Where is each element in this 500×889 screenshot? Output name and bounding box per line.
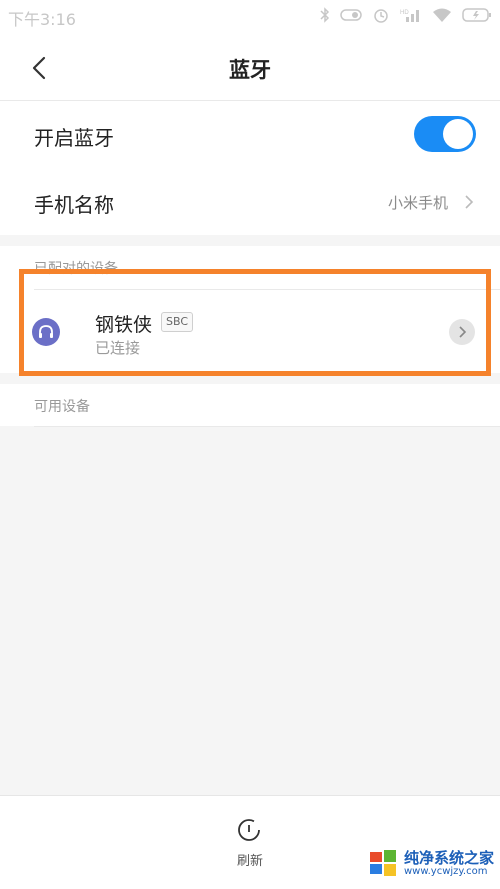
bluetooth-toggle[interactable] xyxy=(414,116,476,152)
bluetooth-icon xyxy=(320,7,330,23)
battery-icon xyxy=(462,8,491,22)
refresh-icon[interactable] xyxy=(236,817,262,843)
available-devices-header: 可用设备 xyxy=(34,399,90,415)
watermark: 纯净系统之家 www.ycwjzy.com xyxy=(368,843,494,883)
status-icons: HD xyxy=(320,6,492,24)
phone-name-value[interactable]: 小米手机 xyxy=(388,192,448,213)
toggle-knob xyxy=(443,119,473,149)
svg-text:HD: HD xyxy=(400,10,409,16)
status-time: 下午3:16 xyxy=(8,10,76,29)
alarm-icon xyxy=(374,9,388,23)
available-header-divider xyxy=(34,426,500,427)
bottom-bar: 刷新 纯净系统之家 www.ycwjzy.com xyxy=(0,795,500,889)
watermark-text: 纯净系统之家 xyxy=(404,848,495,867)
wifi-icon xyxy=(433,8,451,22)
highlight-annotation xyxy=(19,269,491,376)
bluetooth-settings-page: 下午3:16 HD 蓝牙 开启蓝牙 手机名称 小米手机 已配对的设备 钢铁侠 S… xyxy=(0,0,500,889)
signal-icon: HD xyxy=(400,10,419,22)
status-bar: 下午3:16 HD xyxy=(0,0,500,34)
watermark-url: www.ycwjzy.com xyxy=(404,865,488,877)
vibrate-icon xyxy=(340,9,362,21)
phone-name-label: 手机名称 xyxy=(34,193,114,217)
chevron-right-icon[interactable] xyxy=(463,192,475,212)
header: 蓝牙 xyxy=(0,34,500,100)
windows-logo-icon xyxy=(370,850,396,876)
page-title: 蓝牙 xyxy=(229,58,271,82)
bluetooth-toggle-label: 开启蓝牙 xyxy=(34,126,114,150)
